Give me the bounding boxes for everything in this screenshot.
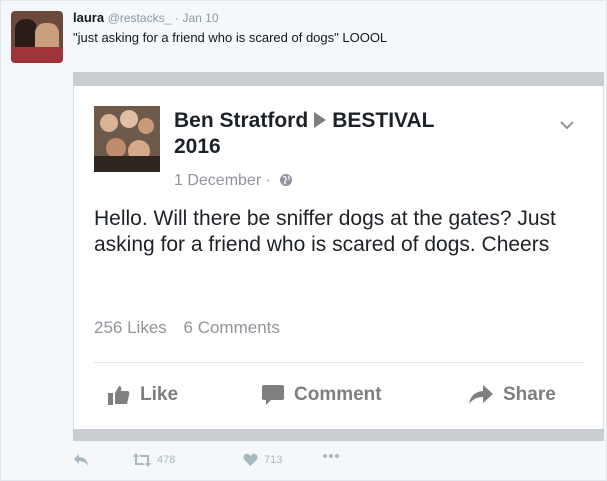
facebook-comment-label: Comment [294, 384, 382, 405]
reply-button[interactable] [73, 453, 95, 467]
tweet-author-handle[interactable]: @restacks_ [108, 11, 172, 25]
like-button[interactable]: 713 [243, 453, 282, 467]
facebook-target-page: BESTIVAL [332, 109, 435, 132]
facebook-target-page-year: 2016 [174, 135, 221, 158]
tweet-header: laura @restacks_ · Jan 10 [73, 10, 219, 25]
right-arrow-icon [314, 112, 327, 128]
facebook-like-label: Like [140, 384, 179, 405]
facebook-post-date: 1 December · [174, 172, 271, 189]
facebook-author-name: Ben Stratford [174, 109, 309, 132]
retweet-count: 478 [157, 454, 176, 466]
globe-icon [280, 174, 293, 186]
facebook-post-body: Hello. Will there be sniffer dogs at the… [94, 207, 556, 256]
reply-icon [74, 454, 88, 466]
facebook-divider [94, 362, 584, 363]
facebook-post-meta: 1 December · [174, 172, 293, 190]
facebook-like-button: Like [108, 384, 178, 406]
more-button[interactable] [323, 453, 345, 459]
facebook-action-bar: Like Comment Share [94, 376, 584, 416]
retweet-button[interactable]: 478 [133, 453, 175, 467]
tweet-text: "just asking for a friend who is scared … [73, 30, 388, 45]
like-count: 713 [264, 454, 283, 466]
facebook-author-avatar [94, 106, 160, 172]
more-dots-icon [323, 454, 339, 458]
tweet: laura @restacks_ · Jan 10 "just asking f… [0, 0, 607, 481]
retweet-icon [133, 453, 151, 467]
facebook-post-screenshot: Ben Stratford BESTIVAL 2016 1 December · … [73, 86, 604, 429]
heart-icon [243, 453, 258, 466]
facebook-post-stats: 256 Likes 6 Comments [94, 318, 292, 338]
facebook-comment-button: Comment [262, 384, 382, 406]
facebook-post-title: Ben Stratford BESTIVAL 2016 [174, 108, 514, 160]
comment-bubble-icon [262, 385, 284, 405]
facebook-comment-count: 6 Comments [183, 318, 280, 337]
share-arrow-icon [469, 385, 493, 404]
facebook-share-button: Share [469, 384, 556, 406]
facebook-share-label: Share [503, 384, 556, 405]
tweet-separator: · [174, 11, 179, 25]
thumbs-up-icon [108, 386, 130, 405]
tweet-author-name[interactable]: laura [73, 10, 104, 25]
chevron-down-icon [560, 121, 574, 130]
tweet-author-avatar[interactable] [11, 11, 63, 63]
quote-bottom-bar [73, 429, 604, 441]
facebook-like-count: 256 Likes [94, 318, 167, 337]
tweet-timestamp[interactable]: Jan 10 [183, 11, 219, 25]
quote-top-bar [73, 72, 604, 86]
